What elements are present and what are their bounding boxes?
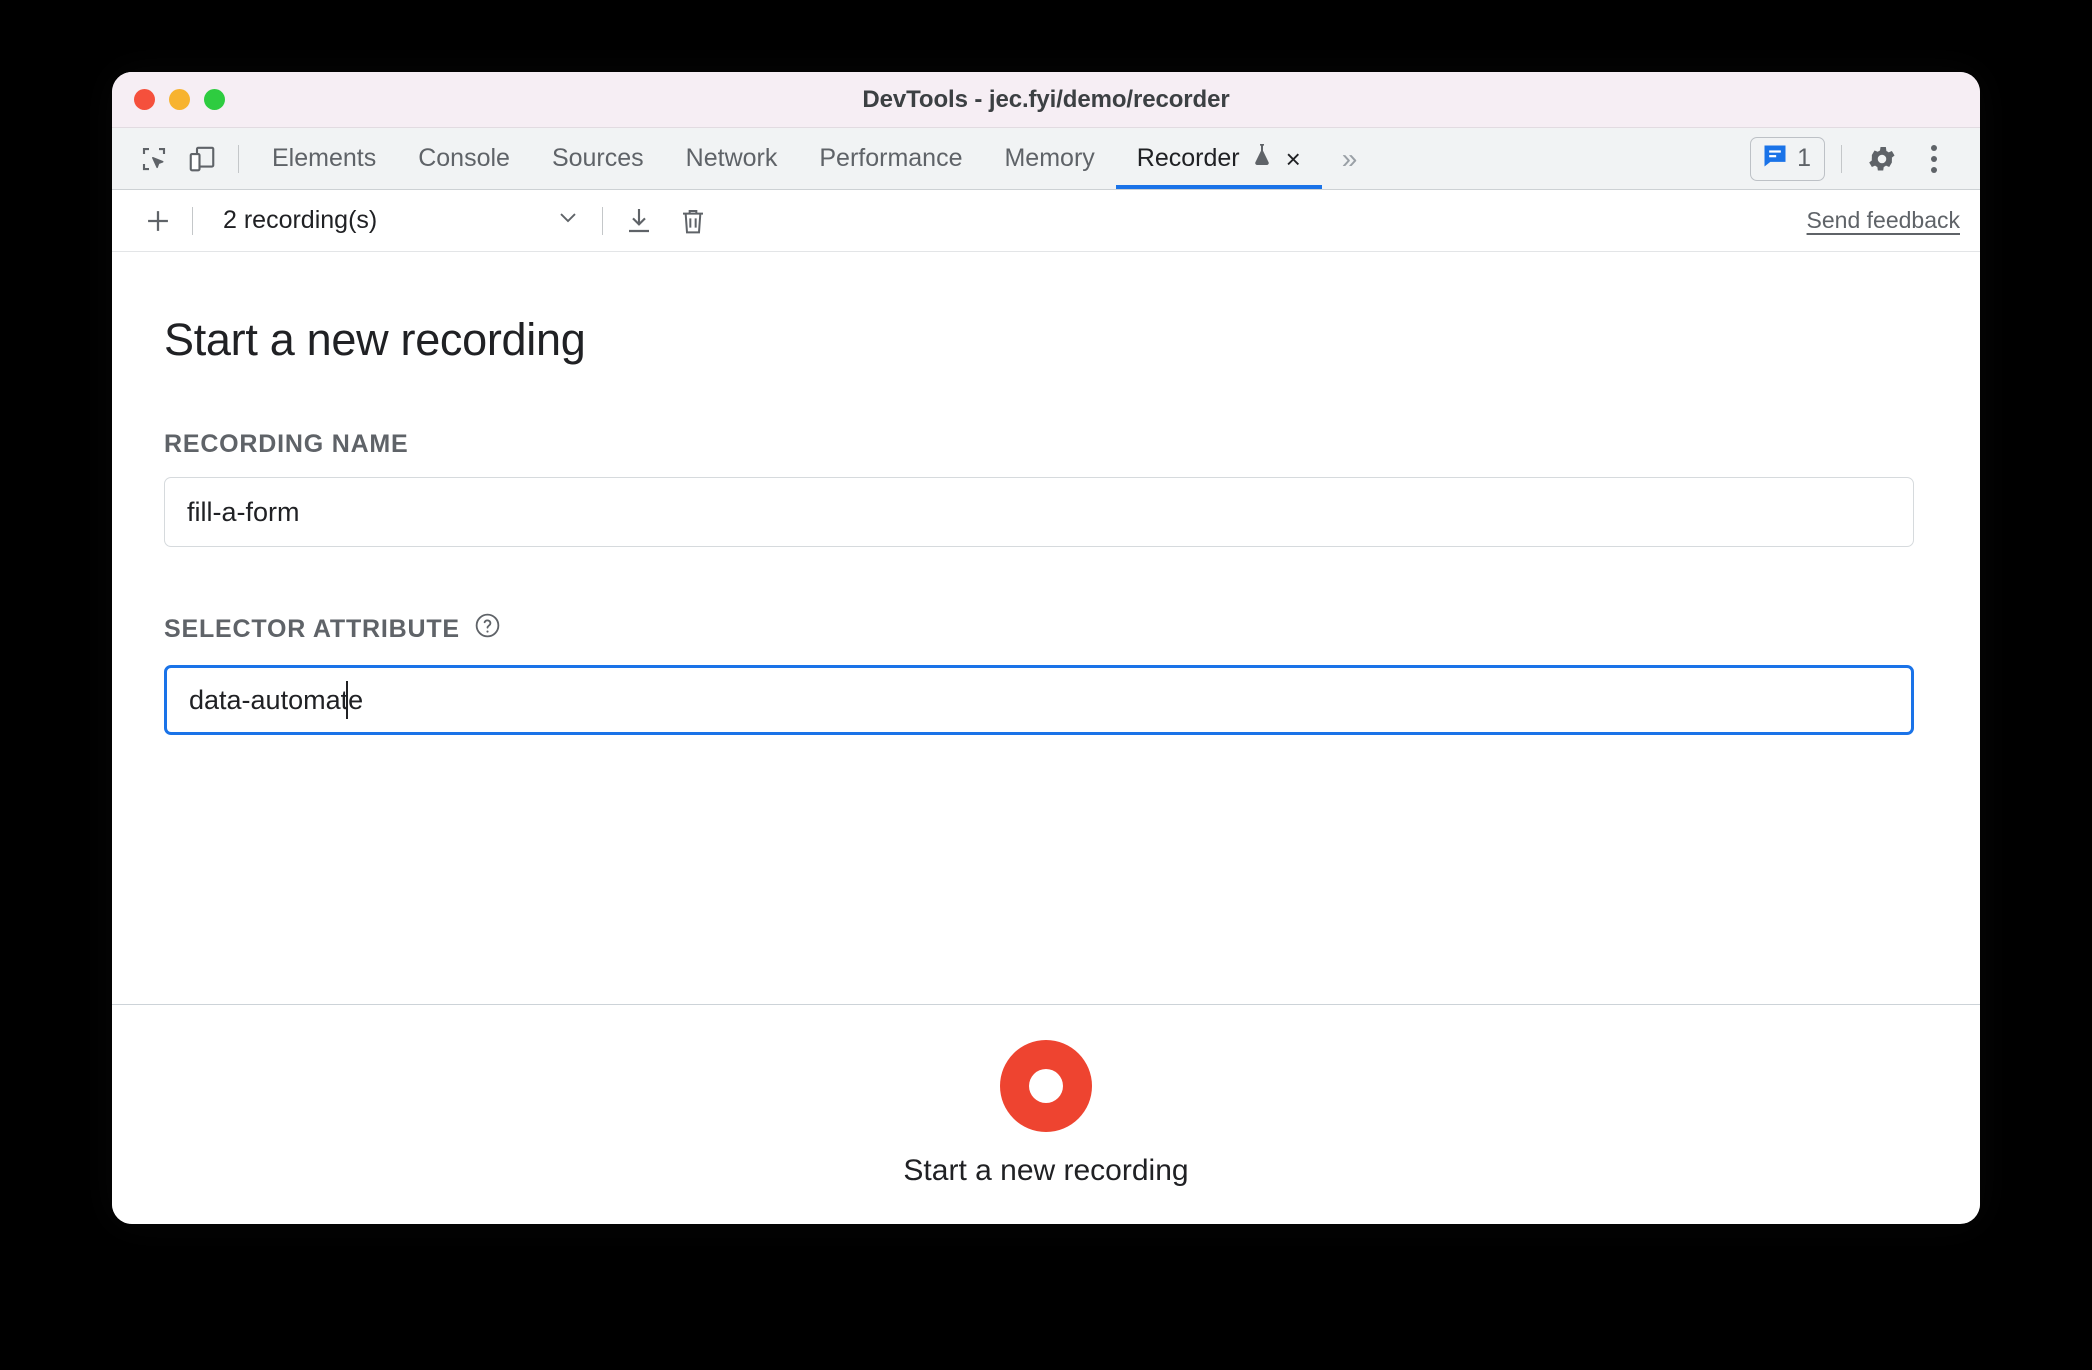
panel-tabs: Elements Console Sources Network Perform… [251,128,1377,189]
recorder-actions-divider [602,206,603,235]
selector-attribute-group: SELECTOR ATTRIBUTE [164,611,1914,735]
tab-label: Performance [819,144,963,172]
add-recording-button[interactable] [136,199,180,243]
recorder-actions [615,197,717,245]
selector-attribute-input[interactable] [164,665,1914,735]
help-icon[interactable] [473,611,502,647]
tabbar-right-divider [1841,144,1842,173]
send-feedback-link[interactable]: Send feedback [1807,207,1960,234]
window-title: DevTools - jec.fyi/demo/recorder [862,85,1230,113]
delete-icon[interactable] [669,197,717,245]
kebab-dots [1931,144,1937,173]
window-titlebar: DevTools - jec.fyi/demo/recorder [112,72,1980,128]
record-icon [1029,1069,1063,1103]
device-toolbar-icon[interactable] [178,135,226,183]
inspect-element-icon[interactable] [130,135,178,183]
tab-label: Elements [272,144,377,172]
close-tab-icon[interactable]: × [1286,146,1301,172]
devtools-tabbar: Elements Console Sources Network Perform… [112,128,1980,190]
recording-name-input[interactable] [164,477,1914,547]
tab-sources[interactable]: Sources [531,128,665,189]
selector-attribute-label: SELECTOR ATTRIBUTE [164,611,1914,647]
tab-console[interactable]: Console [397,128,531,189]
experiment-flask-icon [1250,142,1274,175]
download-icon[interactable] [615,197,663,245]
tab-performance[interactable]: Performance [798,128,983,189]
recording-name-group: RECORDING NAME [164,430,1914,547]
console-message-count: 1 [1797,144,1811,172]
screenshot-root: DevTools - jec.fyi/demo/recorder Element… [0,0,2092,1370]
tab-label: Network [685,144,778,172]
chevron-down-icon [554,203,582,238]
recordings-dropdown[interactable]: 2 recording(s) [205,199,590,243]
recording-name-label-text: RECORDING NAME [164,430,409,458]
tab-label: Console [418,144,510,172]
text-cursor [346,681,348,719]
tab-label: Recorder [1136,144,1240,172]
console-messages-button[interactable]: 1 [1750,136,1825,181]
record-footer: Start a new recording [112,1004,1980,1223]
selector-attribute-input-wrap [164,665,1914,735]
recordings-count-label: 2 recording(s) [223,206,378,234]
more-options-icon[interactable] [1910,135,1958,183]
tab-elements[interactable]: Elements [251,128,397,189]
start-recording-label: Start a new recording [903,1154,1189,1187]
toolbar-divider [238,144,239,173]
page-title: Start a new recording [164,314,586,365]
more-tabs-icon[interactable]: » [1322,143,1378,175]
console-message-icon [1761,142,1789,175]
tab-label: Memory [1004,144,1095,172]
devtools-window: DevTools - jec.fyi/demo/recorder Element… [112,72,1980,1224]
settings-gear-icon[interactable] [1858,135,1906,183]
recorder-toolbar-divider [192,206,193,235]
tab-memory[interactable]: Memory [983,128,1115,189]
selector-attribute-label-text: SELECTOR ATTRIBUTE [164,614,460,643]
tab-recorder[interactable]: Recorder × [1115,128,1322,189]
tab-label: Sources [551,144,644,172]
recording-name-label: RECORDING NAME [164,430,1914,459]
recorder-setup-panel: Start a new recording RECORDING NAME SEL… [112,252,1980,1004]
tabbar-right-actions: 1 [1750,135,1980,183]
tab-network[interactable]: Network [665,128,799,189]
start-recording-button[interactable] [1000,1040,1092,1132]
recorder-toolbar: 2 recording(s) Send feedback [112,190,1980,252]
